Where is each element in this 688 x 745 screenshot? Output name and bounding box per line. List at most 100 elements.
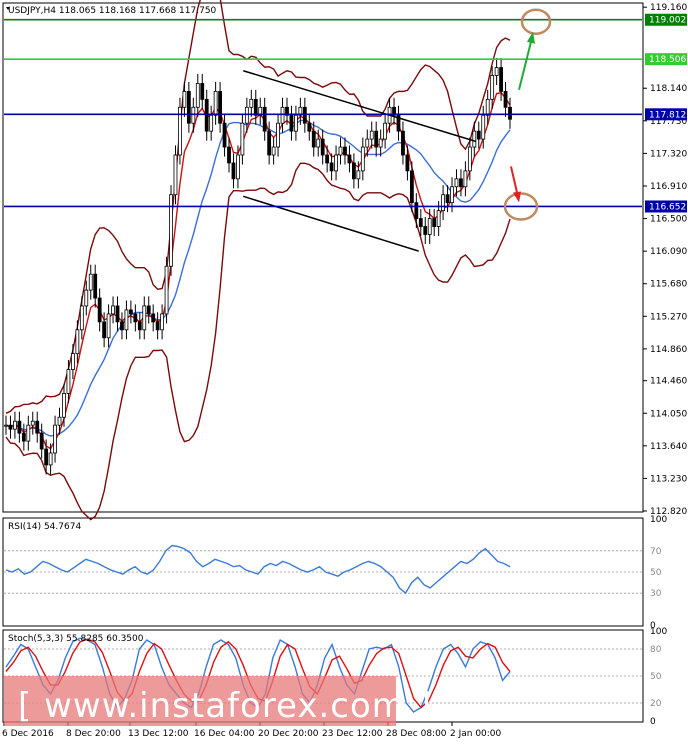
candle-body bbox=[26, 424, 31, 442]
time-tick-label: 20 Dec 20:00 bbox=[258, 729, 319, 739]
candle-body bbox=[115, 305, 120, 323]
candle-body bbox=[262, 106, 267, 132]
candle-body bbox=[8, 424, 13, 430]
price-tick-label: 115.270 bbox=[650, 312, 687, 322]
candle-body bbox=[383, 122, 388, 140]
candle-body bbox=[267, 130, 272, 156]
candle-body bbox=[450, 186, 454, 204]
candle-body bbox=[186, 91, 191, 124]
candle-body bbox=[329, 162, 334, 172]
candle-body bbox=[191, 106, 196, 124]
chart: 119.160118.140117.730117.320116.910116.5… bbox=[2, 0, 687, 739]
price-tick-label: 113.640 bbox=[650, 442, 687, 452]
candle-body bbox=[222, 122, 227, 148]
candle-body bbox=[485, 98, 490, 116]
price-tick-label: 117.320 bbox=[650, 149, 687, 159]
candle-body bbox=[218, 91, 222, 124]
candle-body bbox=[503, 91, 508, 108]
candle-body bbox=[418, 218, 423, 227]
candle-body bbox=[35, 420, 40, 434]
candle-body bbox=[57, 416, 62, 426]
time-tick-label: 2 Jan 00:00 bbox=[450, 729, 502, 739]
price-tick-label: 114.460 bbox=[650, 377, 687, 387]
candle-body bbox=[427, 218, 432, 235]
candle-body bbox=[476, 130, 481, 140]
candle-body bbox=[160, 313, 165, 331]
candle-body bbox=[253, 98, 258, 116]
rsi-tick-label: 30 bbox=[650, 589, 662, 599]
rsi-tick-label: 50 bbox=[650, 568, 662, 578]
candle-body bbox=[231, 162, 236, 180]
rsi-tick-label: 100 bbox=[650, 515, 667, 525]
candle-body bbox=[316, 138, 321, 148]
candle-body bbox=[17, 420, 22, 434]
rsi-label: RSI(14) 54.7674 bbox=[8, 522, 81, 532]
candle-body bbox=[209, 114, 214, 132]
time-tick-label: 16 Dec 04:00 bbox=[194, 729, 255, 739]
candle-body bbox=[499, 67, 503, 92]
price-tick-label: 116.090 bbox=[650, 247, 687, 257]
rsi-tick-label: 70 bbox=[650, 547, 662, 557]
candle-body bbox=[294, 114, 298, 132]
candle-body bbox=[102, 321, 107, 339]
level-price-label: 119.002 bbox=[649, 16, 686, 26]
candle-body bbox=[195, 83, 200, 108]
candle-body bbox=[334, 154, 338, 172]
candle-body bbox=[459, 178, 463, 188]
candle-body bbox=[244, 106, 249, 124]
candle-body bbox=[280, 106, 285, 124]
candle-body bbox=[133, 313, 138, 323]
candle-body bbox=[311, 130, 316, 148]
main-plot-frame bbox=[2, 2, 644, 513]
candle-body bbox=[53, 424, 57, 454]
price-tick-label: 115.680 bbox=[650, 280, 687, 290]
candle-body bbox=[432, 218, 437, 227]
candle-body bbox=[204, 98, 209, 132]
candle-body bbox=[173, 154, 178, 196]
candle-body bbox=[347, 154, 352, 164]
candle-body bbox=[21, 432, 26, 442]
candle-body bbox=[39, 432, 44, 450]
candle-body bbox=[490, 75, 495, 100]
candle-body bbox=[271, 146, 276, 156]
candle-body bbox=[472, 130, 477, 148]
candle-body bbox=[182, 91, 187, 108]
candle-body bbox=[146, 305, 151, 315]
stoch-tick-label: 20 bbox=[650, 699, 662, 709]
candle-body bbox=[240, 122, 245, 156]
stoch-tick-label: 0 bbox=[650, 717, 656, 727]
price-tick-label: 116.500 bbox=[650, 215, 687, 225]
candle-body bbox=[409, 170, 414, 204]
candle-body bbox=[155, 321, 160, 331]
candle-body bbox=[169, 194, 173, 267]
candle-body bbox=[128, 309, 133, 315]
candle-body bbox=[124, 309, 129, 331]
candle-body bbox=[307, 122, 312, 132]
candle-body bbox=[66, 369, 71, 394]
price-tick-label: 118.140 bbox=[650, 84, 687, 94]
candle-body bbox=[356, 170, 361, 180]
candle-body bbox=[338, 146, 343, 156]
price-tick-label: 113.230 bbox=[650, 474, 687, 484]
candle-body bbox=[289, 114, 294, 132]
candle-body bbox=[441, 194, 445, 212]
candle-body bbox=[71, 353, 75, 370]
candle-body bbox=[164, 265, 169, 315]
time-tick-label: 6 Dec 2016 bbox=[2, 729, 54, 739]
time-tick-label: 28 Dec 08:00 bbox=[386, 729, 447, 739]
level-price-label: 116.652 bbox=[649, 202, 686, 212]
candle-body bbox=[48, 452, 53, 466]
candle-body bbox=[360, 146, 365, 172]
stoch-tick-label: 80 bbox=[650, 645, 662, 655]
stoch-tick-label: 100 bbox=[650, 627, 667, 637]
candle-body bbox=[97, 297, 102, 323]
level-price-label: 117.812 bbox=[649, 110, 686, 120]
candle-body bbox=[445, 194, 450, 204]
candle-body bbox=[236, 154, 240, 180]
candle-body bbox=[44, 448, 49, 466]
candle-body bbox=[454, 178, 459, 188]
candle-body bbox=[365, 138, 370, 148]
candle-body bbox=[302, 106, 307, 124]
candle-body bbox=[151, 313, 156, 323]
candle-body bbox=[79, 305, 84, 331]
